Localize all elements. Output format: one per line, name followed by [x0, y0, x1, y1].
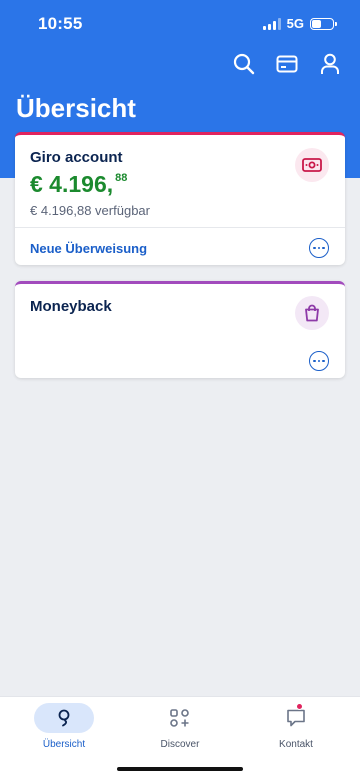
notification-badge: [296, 703, 303, 710]
more-options-button[interactable]: [309, 238, 329, 258]
divider: [15, 227, 345, 228]
network-type: 5G: [286, 16, 304, 31]
discover-icon: [150, 703, 210, 733]
giro-account-card[interactable]: Giro account € 4.196, 88 € 4.196,88 verf…: [15, 132, 345, 265]
page-title: Übersicht: [16, 93, 136, 123]
search-icon[interactable]: [232, 52, 256, 76]
status-time: 10:55: [38, 14, 83, 33]
signal-icon: [262, 17, 281, 30]
overview-icon: [34, 703, 94, 733]
account-title: Giro account: [30, 149, 123, 166]
status-bar: 10:55 5G: [0, 0, 360, 46]
bottom-nav: Übersicht Discover Kontakt: [0, 696, 360, 779]
banknote-icon: [295, 148, 329, 182]
nav-label: Übersicht: [42, 739, 86, 750]
nav-item-contact[interactable]: Kontakt: [256, 703, 336, 750]
status-indicators: 5G: [262, 16, 337, 31]
shopping-bag-icon: [295, 296, 329, 330]
home-indicator: [117, 767, 243, 771]
account-title: Moneyback: [30, 298, 112, 315]
moneyback-card[interactable]: Moneyback: [15, 281, 345, 378]
new-transfer-link[interactable]: Neue Überweisung: [30, 241, 147, 256]
balance-main: € 4.196,: [30, 171, 114, 197]
nav-item-discover[interactable]: Discover: [140, 703, 220, 750]
chat-icon: [266, 703, 326, 733]
available-balance: € 4.196,88 verfügbar: [30, 203, 150, 218]
balance-cents: 88: [115, 172, 128, 184]
nav-label: Kontakt: [279, 739, 313, 750]
nav-item-overview[interactable]: Übersicht: [24, 703, 104, 750]
card-icon[interactable]: [275, 52, 299, 76]
more-options-button[interactable]: [309, 351, 329, 371]
battery-icon: [310, 17, 337, 30]
account-balance: € 4.196, 88: [30, 171, 127, 198]
profile-icon[interactable]: [318, 52, 342, 76]
header-actions: [232, 52, 342, 76]
nav-label: Discover: [160, 739, 200, 750]
